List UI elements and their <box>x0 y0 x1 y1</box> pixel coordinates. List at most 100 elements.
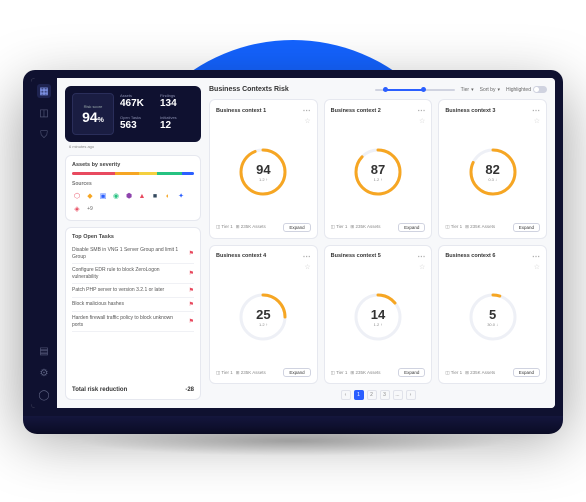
source-icon[interactable]: ◉ <box>111 191 121 201</box>
star-icon[interactable]: ☆ <box>534 117 540 125</box>
context-score: 82 <box>485 162 499 177</box>
source-icon[interactable]: ✦ <box>176 191 186 201</box>
assets-count: ⊞ 235K Assets <box>465 370 495 376</box>
sources-more[interactable]: +9 <box>85 204 95 214</box>
sort-dropdown[interactable]: Sort by ▾ <box>480 87 500 93</box>
task-text: Configure EDR rule to block ZeroLogon vu… <box>72 267 185 280</box>
context-title: Business context 4 <box>216 253 266 259</box>
context-card: Business context 4⋯ ☆ 251.2 ↑ ◫ Tier 1 ⊞… <box>209 245 318 385</box>
stat-value: 467K <box>120 98 154 109</box>
more-icon[interactable]: ⋯ <box>417 252 425 261</box>
risk-score-value: 94 <box>82 109 98 125</box>
assets-count: ⊞ 235K Assets <box>236 224 266 230</box>
source-icon[interactable]: ◆ <box>85 191 95 201</box>
star-icon[interactable]: ☆ <box>419 117 425 125</box>
tier-badge: ◫ Tier 1 <box>445 224 462 230</box>
context-gauge: 941.2 ↑ <box>237 146 289 198</box>
tasks-panel: Top Open Tasks Disable SMB in VNG 1 Serv… <box>65 227 201 400</box>
more-icon[interactable]: ⋯ <box>303 252 311 261</box>
stat-value: 134 <box>160 98 194 109</box>
nav-dashboard-icon[interactable]: ▦ <box>37 84 51 98</box>
tier-badge: ◫ Tier 1 <box>331 224 348 230</box>
side-nav: ▦ ◫ ⛉ ▤ ⚙ ◯ <box>31 78 57 408</box>
flag-icon: ⚑ <box>189 287 194 294</box>
total-risk-label: Total risk reduction <box>72 387 127 393</box>
tier-slider[interactable] <box>375 89 455 91</box>
source-icon[interactable]: ▣ <box>98 191 108 201</box>
page-title: Business Contexts Risk <box>209 86 369 93</box>
flag-icon: ⚑ <box>189 250 194 257</box>
pager-page[interactable]: 2 <box>367 390 377 400</box>
source-icon[interactable]: ⬡ <box>72 191 82 201</box>
tier-dropdown[interactable]: Tier ▾ <box>461 87 474 93</box>
nav-settings-icon[interactable]: ⚙ <box>37 366 51 380</box>
highlight-toggle[interactable]: Highlighted <box>506 86 547 93</box>
tier-badge: ◫ Tier 1 <box>216 370 233 376</box>
task-row[interactable]: Harden firewall traffic policy to block … <box>72 312 194 332</box>
risk-score-card: Risk score 94% Assets467KFindings134Open… <box>65 86 201 142</box>
task-text: Disable SMB in VNG 1 Server Group and li… <box>72 247 185 260</box>
pager-prev[interactable]: ‹ <box>341 390 351 400</box>
source-icon[interactable]: ◈ <box>72 204 82 214</box>
flag-icon: ⚑ <box>189 301 194 308</box>
expand-button[interactable]: Expand <box>398 223 425 232</box>
nav-shield-icon[interactable]: ⛉ <box>37 128 51 142</box>
context-title: Business context 3 <box>445 108 495 114</box>
star-icon[interactable]: ☆ <box>304 263 310 271</box>
context-delta: 1.2 ↑ <box>374 322 383 327</box>
stat-value: 12 <box>160 120 194 131</box>
total-risk-value: -28 <box>185 387 194 393</box>
expand-button[interactable]: Expand <box>283 368 310 377</box>
star-icon[interactable]: ☆ <box>419 263 425 271</box>
context-score: 14 <box>371 307 385 322</box>
context-title: Business context 5 <box>331 253 381 259</box>
context-score: 87 <box>371 162 385 177</box>
context-delta: 30.0 ↓ <box>487 322 498 327</box>
source-icon[interactable]: ◐ <box>163 191 173 201</box>
tier-badge: ◫ Tier 1 <box>445 370 462 376</box>
context-card: Business context 2⋯ ☆ 871.2 ↑ ◫ Tier 1 ⊞… <box>324 99 433 239</box>
more-icon[interactable]: ⋯ <box>532 252 540 261</box>
context-delta: 1.2 ↑ <box>259 177 268 182</box>
flag-icon: ⚑ <box>189 270 194 277</box>
nav-report-icon[interactable]: ▤ <box>37 344 51 358</box>
expand-button[interactable]: Expand <box>513 368 540 377</box>
source-icon[interactable]: ▲ <box>137 191 147 201</box>
task-row[interactable]: Disable SMB in VNG 1 Server Group and li… <box>72 244 194 264</box>
task-text: Patch PHP server to version 3.2.1 or lat… <box>72 287 185 294</box>
star-icon[interactable]: ☆ <box>304 117 310 125</box>
context-delta: 0.3 ↓ <box>488 177 497 182</box>
task-row[interactable]: Configure EDR rule to block ZeroLogon vu… <box>72 264 194 284</box>
expand-button[interactable]: Expand <box>283 223 310 232</box>
pagination: ‹ 1 2 3 ... › <box>209 390 547 400</box>
nav-user-icon[interactable]: ◯ <box>37 388 51 402</box>
more-icon[interactable]: ⋯ <box>417 106 425 115</box>
source-icon[interactable]: ■ <box>150 191 160 201</box>
context-score: 5 <box>489 307 496 322</box>
tasks-title: Top Open Tasks <box>72 234 194 240</box>
source-icon[interactable]: ⬢ <box>124 191 134 201</box>
tier-badge: ◫ Tier 1 <box>216 224 233 230</box>
task-row[interactable]: Block malicious hashes ⚑ <box>72 298 194 312</box>
context-gauge: 251.2 ↑ <box>237 291 289 343</box>
pager-page[interactable]: 1 <box>354 390 364 400</box>
context-card: Business context 3⋯ ☆ 820.3 ↓ ◫ Tier 1 ⊞… <box>438 99 547 239</box>
tier-badge: ◫ Tier 1 <box>331 370 348 376</box>
pager-page[interactable]: 3 <box>380 390 390 400</box>
star-icon[interactable]: ☆ <box>534 263 540 271</box>
risk-score-badge: Risk score 94% <box>72 93 114 135</box>
context-title: Business context 1 <box>216 108 266 114</box>
expand-button[interactable]: Expand <box>398 368 425 377</box>
task-text: Block malicious hashes <box>72 301 185 308</box>
more-icon[interactable]: ⋯ <box>303 106 311 115</box>
context-card: Business context 5⋯ ☆ 141.2 ↑ ◫ Tier 1 ⊞… <box>324 245 433 385</box>
contexts-header: Business Contexts Risk Tier ▾ Sort by ▾ … <box>209 86 547 93</box>
nav-chart-icon[interactable]: ◫ <box>37 106 51 120</box>
assets-count: ⊞ 235K Assets <box>350 224 380 230</box>
severity-panel: Assets by severity Sources ⬡◆▣◉⬢▲■◐✦◈+9 <box>65 155 201 221</box>
more-icon[interactable]: ⋯ <box>532 106 540 115</box>
task-row[interactable]: Patch PHP server to version 3.2.1 or lat… <box>72 284 194 298</box>
pager-next[interactable]: › <box>406 390 416 400</box>
sources-list: ⬡◆▣◉⬢▲■◐✦ ◈+9 <box>72 191 194 214</box>
expand-button[interactable]: Expand <box>513 223 540 232</box>
